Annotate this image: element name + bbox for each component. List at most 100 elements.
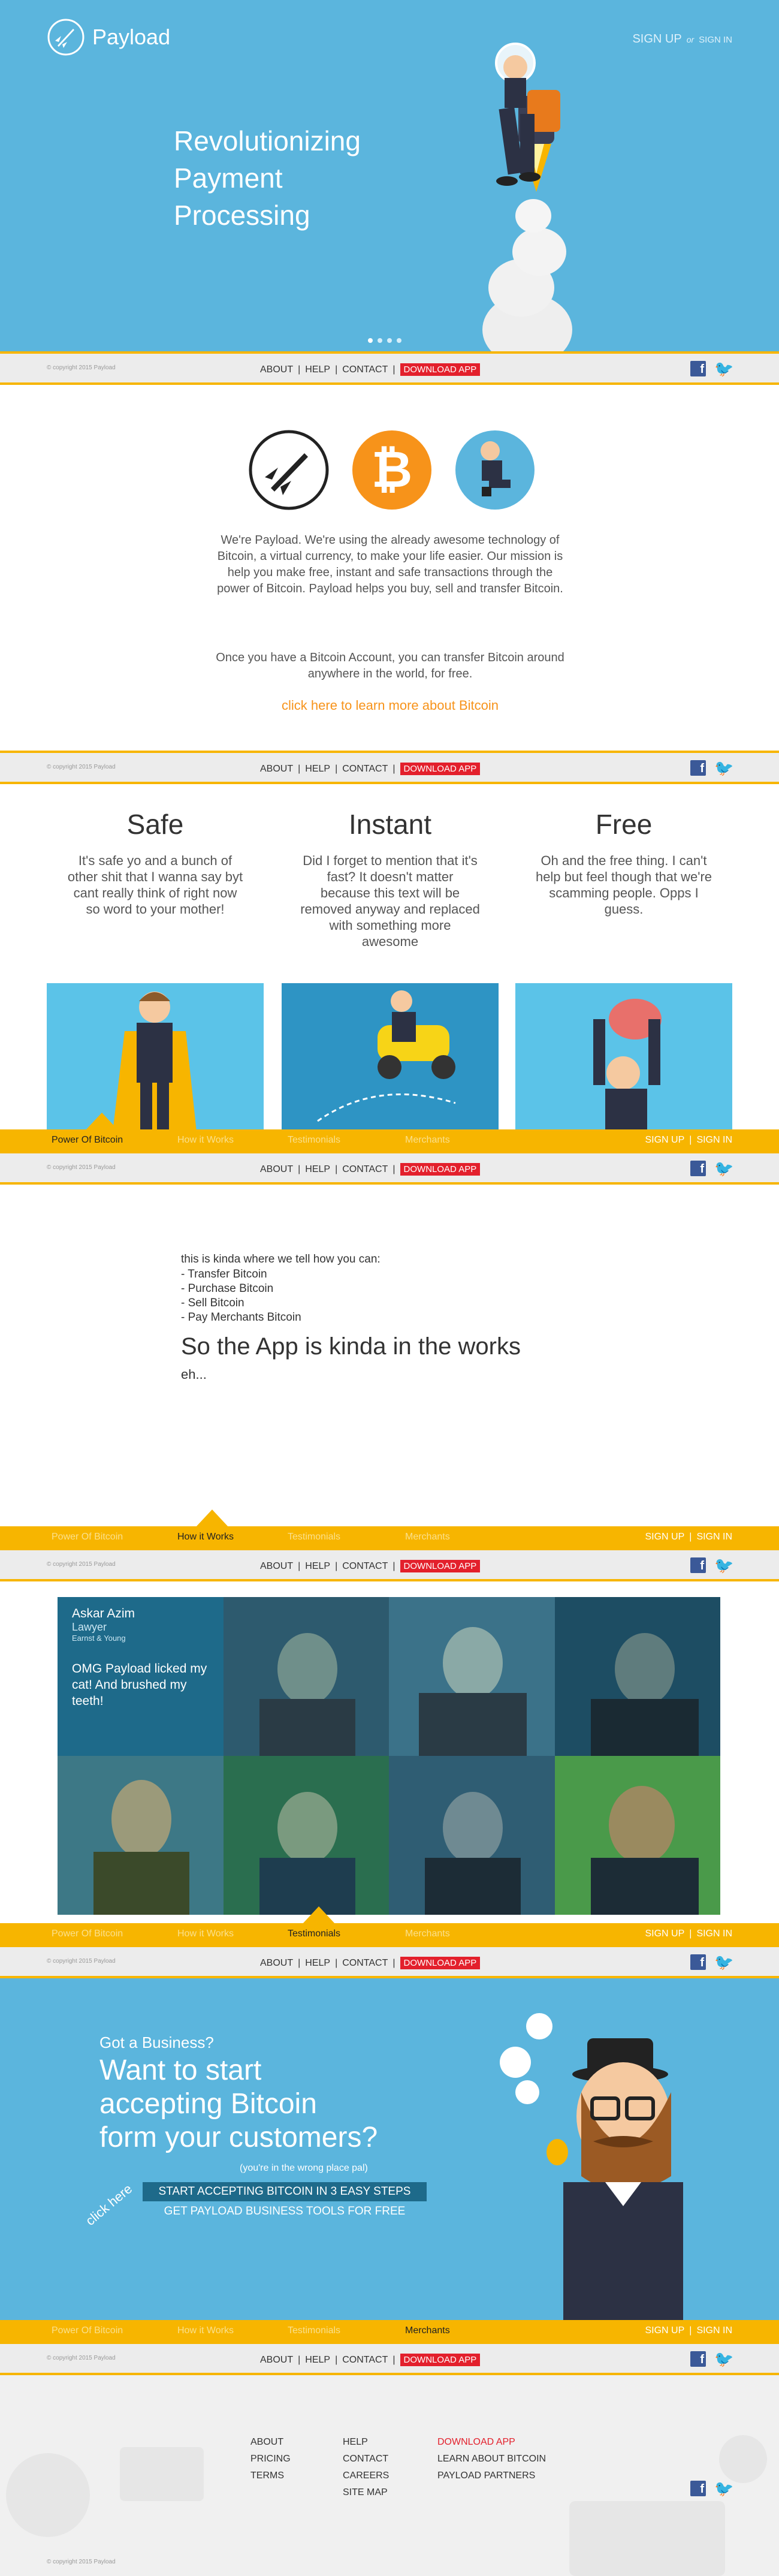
sitemap-about[interactable]: ABOUT <box>250 2434 291 2451</box>
testimonial-photo[interactable] <box>554 1756 720 1915</box>
download-app-button[interactable]: DOWNLOAD APP <box>400 1560 481 1572</box>
sitemap-contact[interactable]: CONTACT <box>343 2451 389 2467</box>
nav-how-it-works[interactable]: How it Works <box>177 1135 234 1146</box>
nav-merchants[interactable]: Merchants <box>405 1929 450 1939</box>
contact-link[interactable]: CONTACT <box>342 364 388 375</box>
nav-merchants[interactable]: Merchants <box>405 1532 450 1542</box>
how-intro: this is kinda where we tell how you can: <box>181 1253 381 1266</box>
facebook-icon[interactable]: f <box>690 2481 706 2496</box>
contact-link[interactable]: CONTACT <box>342 1164 388 1175</box>
nav-power-of-bitcoin[interactable]: Power Of Bitcoin <box>52 1532 123 1542</box>
learn-bitcoin-link[interactable]: click here to learn more about Bitcoin <box>213 698 567 713</box>
twitter-icon[interactable]: 🐦 <box>714 2481 733 2496</box>
nav-how-it-works[interactable]: How it Works <box>177 1532 234 1542</box>
click-here-label[interactable]: click here <box>83 2181 135 2229</box>
twitter-icon[interactable]: 🐦 <box>714 760 733 776</box>
download-app-button[interactable]: DOWNLOAD APP <box>400 2354 481 2366</box>
signin-link[interactable]: SIGN IN <box>699 35 732 45</box>
twitter-icon[interactable]: 🐦 <box>714 1954 733 1970</box>
help-link[interactable]: HELP <box>305 764 330 775</box>
nav-testimonials[interactable]: Testimonials <box>288 2325 340 2336</box>
facebook-icon[interactable]: f <box>690 1954 706 1970</box>
twitter-icon[interactable]: 🐦 <box>714 361 733 376</box>
signup-link[interactable]: SIGN UP <box>632 32 681 46</box>
copyright: © copyright 2015 Payload <box>47 1164 116 1171</box>
about-link[interactable]: ABOUT <box>260 1958 293 1969</box>
testimonials-section: Askar Azim Lawyer Earnst & Young OMG Pay… <box>0 1581 779 1923</box>
nav-testimonials[interactable]: Testimonials <box>288 1135 340 1146</box>
feature-title: Instant <box>348 809 432 840</box>
sitemap-site-map[interactable]: SITE MAP <box>343 2484 389 2501</box>
sitemap-help[interactable]: HELP <box>343 2434 389 2451</box>
help-link[interactable]: HELP <box>305 2355 330 2366</box>
testimonial-photo[interactable] <box>389 1756 555 1915</box>
testimonial-photo[interactable] <box>389 1597 555 1756</box>
sitemap-partners[interactable]: PAYLOAD PARTNERS <box>437 2467 546 2484</box>
nav-how-it-works[interactable]: How it Works <box>177 2325 234 2336</box>
carousel-dot[interactable] <box>378 338 382 343</box>
sitemap-pricing[interactable]: PRICING <box>250 2451 291 2467</box>
nav-signup[interactable]: SIGN UP <box>645 1532 684 1542</box>
about-link[interactable]: ABOUT <box>260 2355 293 2366</box>
nav-power-of-bitcoin[interactable]: Power Of Bitcoin <box>52 2325 123 2336</box>
download-app-button[interactable]: DOWNLOAD APP <box>400 363 481 376</box>
download-app-button[interactable]: DOWNLOAD APP <box>400 763 481 775</box>
facebook-icon[interactable]: f <box>690 361 706 376</box>
nav-testimonials[interactable]: Testimonials <box>288 1929 340 1939</box>
about-link[interactable]: ABOUT <box>260 764 293 775</box>
sitemap-careers[interactable]: CAREERS <box>343 2467 389 2484</box>
testimonial-photo[interactable] <box>554 1597 720 1756</box>
nav-power-of-bitcoin[interactable]: Power Of Bitcoin <box>52 1135 123 1146</box>
contact-link[interactable]: CONTACT <box>342 1561 388 1572</box>
nav-how-it-works[interactable]: How it Works <box>177 1929 234 1939</box>
logo[interactable]: Payload <box>47 18 170 56</box>
facebook-icon[interactable]: f <box>690 1161 706 1176</box>
section-nav: Power Of Bitcoin How it Works Testimonia… <box>0 1526 779 1548</box>
contact-link[interactable]: CONTACT <box>342 764 388 775</box>
nav-signin[interactable]: SIGN IN <box>696 1929 732 1939</box>
facebook-icon[interactable]: f <box>690 760 706 776</box>
nav-signup[interactable]: SIGN UP <box>645 1135 684 1146</box>
facebook-icon[interactable]: f <box>690 2351 706 2367</box>
carousel-dot[interactable] <box>368 338 373 343</box>
testimonial-photo[interactable] <box>58 1756 224 1915</box>
sitemap-terms[interactable]: TERMS <box>250 2467 291 2484</box>
twitter-icon[interactable]: 🐦 <box>714 1557 733 1573</box>
nav-merchants[interactable]: Merchants <box>405 1135 450 1146</box>
business-tools-link[interactable]: GET PAYLOAD BUSINESS TOOLS FOR FREE <box>143 2203 427 2221</box>
nav-signup[interactable]: SIGN UP <box>645 1929 684 1939</box>
nav-indicator <box>85 1113 119 1131</box>
about-link[interactable]: ABOUT <box>260 364 293 375</box>
help-link[interactable]: HELP <box>305 364 330 375</box>
start-accepting-button[interactable]: START ACCEPTING BITCOIN IN 3 EASY STEPS <box>143 2182 427 2201</box>
help-link[interactable]: HELP <box>305 1164 330 1175</box>
help-link[interactable]: HELP <box>305 1561 330 1572</box>
contact-link[interactable]: CONTACT <box>342 1958 388 1969</box>
carousel-dot[interactable] <box>397 338 401 343</box>
about-link[interactable]: ABOUT <box>260 1164 293 1175</box>
bitcoin-icon: ₿ <box>352 430 431 510</box>
carousel-dot[interactable] <box>387 338 392 343</box>
nav-signin[interactable]: SIGN IN <box>696 1135 732 1146</box>
download-app-button[interactable]: DOWNLOAD APP <box>400 1163 481 1176</box>
feature-title: Safe <box>126 809 184 840</box>
nav-signin[interactable]: SIGN IN <box>696 2325 732 2336</box>
facebook-icon[interactable]: f <box>690 1557 706 1573</box>
nav-power-of-bitcoin[interactable]: Power Of Bitcoin <box>52 1929 123 1939</box>
download-app-button[interactable]: DOWNLOAD APP <box>400 1957 481 1969</box>
help-link[interactable]: HELP <box>305 1958 330 1969</box>
nav-testimonials[interactable]: Testimonials <box>288 1532 340 1542</box>
twitter-icon[interactable]: 🐦 <box>714 2351 733 2367</box>
nav-signin[interactable]: SIGN IN <box>696 1532 732 1542</box>
nav-signup[interactable]: SIGN UP <box>645 2325 684 2336</box>
copyright: © copyright 2015 Payload <box>47 1958 116 1965</box>
testimonial-photo[interactable] <box>223 1597 389 1756</box>
about-link[interactable]: ABOUT <box>260 1561 293 1572</box>
nav-merchants[interactable]: Merchants <box>405 2325 450 2336</box>
twitter-icon[interactable]: 🐦 <box>714 1161 733 1176</box>
contact-link[interactable]: CONTACT <box>342 2355 388 2366</box>
testimonial-photo[interactable] <box>223 1756 389 1915</box>
separator: | <box>689 1929 692 1939</box>
sitemap-learn-bitcoin[interactable]: LEARN ABOUT BITCOIN <box>437 2451 546 2467</box>
sitemap-download-app[interactable]: DOWNLOAD APP <box>437 2434 546 2451</box>
